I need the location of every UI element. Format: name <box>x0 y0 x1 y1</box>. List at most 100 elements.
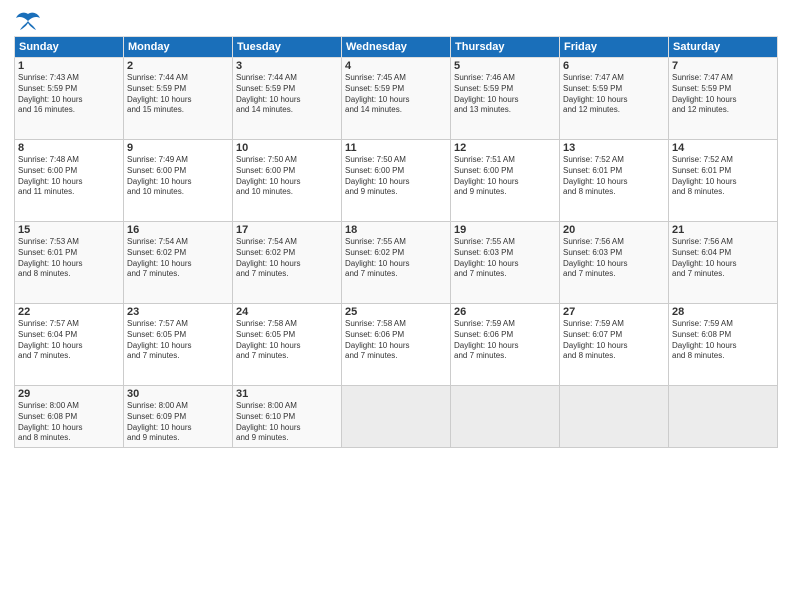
day-info: Sunrise: 7:43 AM Sunset: 5:59 PM Dayligh… <box>18 73 120 116</box>
day-number: 5 <box>454 60 556 72</box>
week-row-1: 1Sunrise: 7:43 AM Sunset: 5:59 PM Daylig… <box>15 58 778 140</box>
day-number: 29 <box>18 388 120 400</box>
day-info: Sunrise: 7:50 AM Sunset: 6:00 PM Dayligh… <box>345 155 447 198</box>
day-number: 14 <box>672 142 774 154</box>
calendar-cell: 26Sunrise: 7:59 AM Sunset: 6:06 PM Dayli… <box>451 304 560 386</box>
calendar-cell <box>669 386 778 448</box>
week-row-4: 22Sunrise: 7:57 AM Sunset: 6:04 PM Dayli… <box>15 304 778 386</box>
day-info: Sunrise: 7:55 AM Sunset: 6:02 PM Dayligh… <box>345 237 447 280</box>
calendar-cell: 24Sunrise: 7:58 AM Sunset: 6:05 PM Dayli… <box>233 304 342 386</box>
day-info: Sunrise: 8:00 AM Sunset: 6:09 PM Dayligh… <box>127 401 229 444</box>
day-number: 3 <box>236 60 338 72</box>
calendar-cell: 19Sunrise: 7:55 AM Sunset: 6:03 PM Dayli… <box>451 222 560 304</box>
day-number: 4 <box>345 60 447 72</box>
calendar-cell: 31Sunrise: 8:00 AM Sunset: 6:10 PM Dayli… <box>233 386 342 448</box>
calendar-cell: 13Sunrise: 7:52 AM Sunset: 6:01 PM Dayli… <box>560 140 669 222</box>
calendar-cell: 1Sunrise: 7:43 AM Sunset: 5:59 PM Daylig… <box>15 58 124 140</box>
calendar-cell: 18Sunrise: 7:55 AM Sunset: 6:02 PM Dayli… <box>342 222 451 304</box>
day-number: 11 <box>345 142 447 154</box>
day-number: 27 <box>563 306 665 318</box>
calendar-cell: 2Sunrise: 7:44 AM Sunset: 5:59 PM Daylig… <box>124 58 233 140</box>
day-info: Sunrise: 7:47 AM Sunset: 5:59 PM Dayligh… <box>563 73 665 116</box>
header-day-saturday: Saturday <box>669 37 778 58</box>
day-number: 10 <box>236 142 338 154</box>
day-info: Sunrise: 7:44 AM Sunset: 5:59 PM Dayligh… <box>236 73 338 116</box>
day-info: Sunrise: 7:44 AM Sunset: 5:59 PM Dayligh… <box>127 73 229 116</box>
calendar-cell: 30Sunrise: 8:00 AM Sunset: 6:09 PM Dayli… <box>124 386 233 448</box>
day-info: Sunrise: 7:57 AM Sunset: 6:05 PM Dayligh… <box>127 319 229 362</box>
page-container: SundayMondayTuesdayWednesdayThursdayFrid… <box>0 0 792 454</box>
day-info: Sunrise: 7:54 AM Sunset: 6:02 PM Dayligh… <box>127 237 229 280</box>
day-info: Sunrise: 7:59 AM Sunset: 6:07 PM Dayligh… <box>563 319 665 362</box>
day-info: Sunrise: 7:56 AM Sunset: 6:03 PM Dayligh… <box>563 237 665 280</box>
day-info: Sunrise: 7:47 AM Sunset: 5:59 PM Dayligh… <box>672 73 774 116</box>
calendar-cell: 9Sunrise: 7:49 AM Sunset: 6:00 PM Daylig… <box>124 140 233 222</box>
day-number: 15 <box>18 224 120 236</box>
day-number: 9 <box>127 142 229 154</box>
calendar-cell: 8Sunrise: 7:48 AM Sunset: 6:00 PM Daylig… <box>15 140 124 222</box>
day-number: 12 <box>454 142 556 154</box>
calendar-cell: 14Sunrise: 7:52 AM Sunset: 6:01 PM Dayli… <box>669 140 778 222</box>
day-info: Sunrise: 7:51 AM Sunset: 6:00 PM Dayligh… <box>454 155 556 198</box>
header-day-tuesday: Tuesday <box>233 37 342 58</box>
day-info: Sunrise: 7:57 AM Sunset: 6:04 PM Dayligh… <box>18 319 120 362</box>
day-number: 25 <box>345 306 447 318</box>
calendar-cell: 16Sunrise: 7:54 AM Sunset: 6:02 PM Dayli… <box>124 222 233 304</box>
calendar-cell: 23Sunrise: 7:57 AM Sunset: 6:05 PM Dayli… <box>124 304 233 386</box>
calendar-cell: 11Sunrise: 7:50 AM Sunset: 6:00 PM Dayli… <box>342 140 451 222</box>
day-info: Sunrise: 7:53 AM Sunset: 6:01 PM Dayligh… <box>18 237 120 280</box>
header-day-monday: Monday <box>124 37 233 58</box>
calendar-cell: 12Sunrise: 7:51 AM Sunset: 6:00 PM Dayli… <box>451 140 560 222</box>
day-number: 30 <box>127 388 229 400</box>
day-info: Sunrise: 7:49 AM Sunset: 6:00 PM Dayligh… <box>127 155 229 198</box>
calendar-cell: 21Sunrise: 7:56 AM Sunset: 6:04 PM Dayli… <box>669 222 778 304</box>
day-number: 23 <box>127 306 229 318</box>
week-row-5: 29Sunrise: 8:00 AM Sunset: 6:08 PM Dayli… <box>15 386 778 448</box>
header-day-friday: Friday <box>560 37 669 58</box>
calendar-cell: 7Sunrise: 7:47 AM Sunset: 5:59 PM Daylig… <box>669 58 778 140</box>
week-row-2: 8Sunrise: 7:48 AM Sunset: 6:00 PM Daylig… <box>15 140 778 222</box>
day-info: Sunrise: 7:54 AM Sunset: 6:02 PM Dayligh… <box>236 237 338 280</box>
day-number: 8 <box>18 142 120 154</box>
week-row-3: 15Sunrise: 7:53 AM Sunset: 6:01 PM Dayli… <box>15 222 778 304</box>
calendar-cell: 10Sunrise: 7:50 AM Sunset: 6:00 PM Dayli… <box>233 140 342 222</box>
day-number: 26 <box>454 306 556 318</box>
day-number: 2 <box>127 60 229 72</box>
day-info: Sunrise: 7:52 AM Sunset: 6:01 PM Dayligh… <box>563 155 665 198</box>
calendar-cell: 22Sunrise: 7:57 AM Sunset: 6:04 PM Dayli… <box>15 304 124 386</box>
calendar-table: SundayMondayTuesdayWednesdayThursdayFrid… <box>14 36 778 448</box>
day-info: Sunrise: 7:59 AM Sunset: 6:06 PM Dayligh… <box>454 319 556 362</box>
day-number: 18 <box>345 224 447 236</box>
header-day-wednesday: Wednesday <box>342 37 451 58</box>
day-number: 28 <box>672 306 774 318</box>
day-info: Sunrise: 7:58 AM Sunset: 6:06 PM Dayligh… <box>345 319 447 362</box>
day-number: 13 <box>563 142 665 154</box>
day-info: Sunrise: 7:59 AM Sunset: 6:08 PM Dayligh… <box>672 319 774 362</box>
calendar-cell: 27Sunrise: 7:59 AM Sunset: 6:07 PM Dayli… <box>560 304 669 386</box>
day-number: 31 <box>236 388 338 400</box>
day-info: Sunrise: 7:50 AM Sunset: 6:00 PM Dayligh… <box>236 155 338 198</box>
calendar-cell: 20Sunrise: 7:56 AM Sunset: 6:03 PM Dayli… <box>560 222 669 304</box>
calendar-cell: 4Sunrise: 7:45 AM Sunset: 5:59 PM Daylig… <box>342 58 451 140</box>
logo <box>14 10 46 32</box>
day-info: Sunrise: 7:56 AM Sunset: 6:04 PM Dayligh… <box>672 237 774 280</box>
day-number: 17 <box>236 224 338 236</box>
calendar-cell: 5Sunrise: 7:46 AM Sunset: 5:59 PM Daylig… <box>451 58 560 140</box>
calendar-cell: 3Sunrise: 7:44 AM Sunset: 5:59 PM Daylig… <box>233 58 342 140</box>
day-number: 1 <box>18 60 120 72</box>
calendar-cell: 15Sunrise: 7:53 AM Sunset: 6:01 PM Dayli… <box>15 222 124 304</box>
calendar-cell: 25Sunrise: 7:58 AM Sunset: 6:06 PM Dayli… <box>342 304 451 386</box>
day-number: 7 <box>672 60 774 72</box>
day-info: Sunrise: 7:52 AM Sunset: 6:01 PM Dayligh… <box>672 155 774 198</box>
calendar-cell: 17Sunrise: 7:54 AM Sunset: 6:02 PM Dayli… <box>233 222 342 304</box>
day-number: 16 <box>127 224 229 236</box>
day-info: Sunrise: 7:58 AM Sunset: 6:05 PM Dayligh… <box>236 319 338 362</box>
header-day-thursday: Thursday <box>451 37 560 58</box>
logo-bird-icon <box>14 10 42 32</box>
day-number: 6 <box>563 60 665 72</box>
header-day-sunday: Sunday <box>15 37 124 58</box>
day-info: Sunrise: 7:48 AM Sunset: 6:00 PM Dayligh… <box>18 155 120 198</box>
day-number: 24 <box>236 306 338 318</box>
calendar-cell: 6Sunrise: 7:47 AM Sunset: 5:59 PM Daylig… <box>560 58 669 140</box>
day-info: Sunrise: 7:45 AM Sunset: 5:59 PM Dayligh… <box>345 73 447 116</box>
